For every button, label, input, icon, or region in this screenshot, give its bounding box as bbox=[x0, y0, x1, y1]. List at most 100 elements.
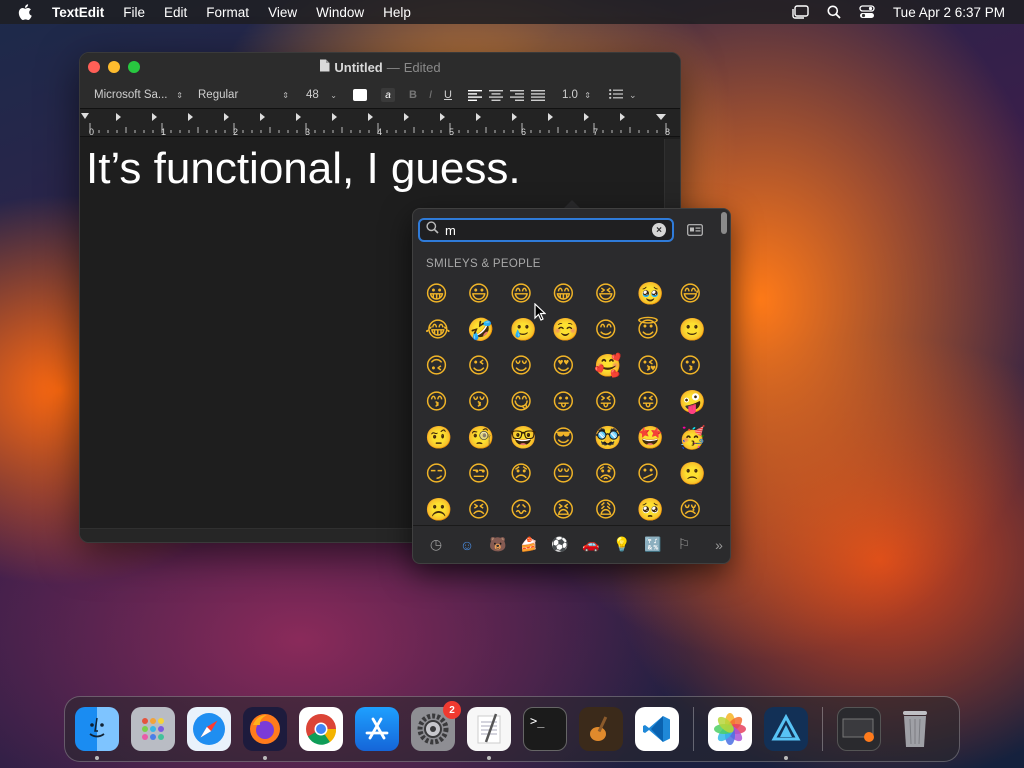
menu-edit[interactable]: Edit bbox=[164, 5, 187, 20]
align-right-icon[interactable] bbox=[509, 89, 524, 101]
highlight-color-button[interactable]: a bbox=[381, 88, 395, 102]
align-center-icon[interactable] bbox=[488, 89, 503, 101]
emoji-cell[interactable]: 🤩 bbox=[634, 421, 676, 457]
emoji-cell[interactable]: 😗 bbox=[677, 349, 719, 385]
emoji-cell[interactable]: 😊 bbox=[592, 313, 634, 349]
emoji-cell[interactable]: 🥹 bbox=[634, 277, 676, 313]
document-text[interactable]: It’s functional, I guess. bbox=[86, 144, 521, 194]
emoji-cell[interactable]: 😙 bbox=[423, 385, 465, 421]
emoji-cell[interactable]: 😢 bbox=[677, 493, 719, 529]
category-tab-food-icon[interactable]: 🍰 bbox=[520, 536, 538, 554]
emoji-cell[interactable]: 🙂 bbox=[677, 313, 719, 349]
align-left-icon[interactable] bbox=[467, 89, 482, 101]
emoji-cell[interactable]: 😖 bbox=[508, 493, 550, 529]
text-color-well[interactable] bbox=[353, 89, 367, 101]
category-tab-symbols-icon[interactable]: 🔣 bbox=[644, 536, 662, 554]
category-tab-flags-icon[interactable]: ⚐ bbox=[675, 536, 693, 554]
trash-icon[interactable] bbox=[893, 707, 937, 751]
emoji-cell[interactable]: 😋 bbox=[508, 385, 550, 421]
window-titlebar[interactable]: Untitled — Edited Microsoft Sa... ⇕ Regu… bbox=[80, 53, 680, 109]
emoji-cell[interactable]: 😛 bbox=[550, 385, 592, 421]
photos-icon[interactable] bbox=[708, 707, 752, 751]
menu-window[interactable]: Window bbox=[316, 5, 364, 20]
system-settings-icon[interactable]: 2 bbox=[411, 701, 461, 751]
stage-manager-icon[interactable] bbox=[791, 5, 809, 19]
emoji-cell[interactable]: 🥸 bbox=[592, 421, 634, 457]
emoji-cell[interactable]: 😍 bbox=[550, 349, 592, 385]
category-tab-more-icon[interactable]: » bbox=[710, 536, 728, 554]
safari-icon[interactable] bbox=[187, 707, 231, 751]
emoji-cell[interactable]: 😟 bbox=[592, 457, 634, 493]
downloads-stack-icon[interactable] bbox=[837, 707, 881, 751]
category-tab-animals-icon[interactable]: 🐻 bbox=[489, 536, 507, 554]
emoji-cell[interactable]: 😞 bbox=[508, 457, 550, 493]
emoji-cell[interactable]: 🙁 bbox=[677, 457, 719, 493]
emoji-cell[interactable]: 😁 bbox=[550, 277, 592, 313]
emoji-cell[interactable]: 😌 bbox=[508, 349, 550, 385]
finder-icon[interactable] bbox=[75, 707, 119, 760]
emoji-cell[interactable]: 😀 bbox=[423, 277, 465, 313]
emoji-cell[interactable]: 😅 bbox=[677, 277, 719, 313]
emoji-cell[interactable]: 😃 bbox=[465, 277, 507, 313]
emoji-cell[interactable]: 🧐 bbox=[465, 421, 507, 457]
emoji-cell[interactable]: 😒 bbox=[465, 457, 507, 493]
emoji-cell[interactable]: 😂 bbox=[423, 313, 465, 349]
emoji-cell[interactable]: 😣 bbox=[465, 493, 507, 529]
textedit-icon[interactable] bbox=[467, 707, 511, 760]
emoji-cell[interactable]: 😜 bbox=[634, 385, 676, 421]
menu-format[interactable]: Format bbox=[206, 5, 249, 20]
clear-search-icon[interactable]: × bbox=[652, 223, 666, 237]
font-size-combo[interactable]: 48 ⌄ bbox=[305, 89, 337, 101]
vscode-icon[interactable] bbox=[635, 707, 679, 751]
control-center-icon[interactable] bbox=[859, 5, 875, 19]
menu-help[interactable]: Help bbox=[383, 5, 411, 20]
emoji-cell[interactable]: 😘 bbox=[634, 349, 676, 385]
app-store-icon[interactable] bbox=[355, 707, 399, 751]
emoji-cell[interactable]: 🤓 bbox=[508, 421, 550, 457]
emoji-cell[interactable]: 🥳 bbox=[677, 421, 719, 457]
category-tab-smileys-icon[interactable]: ☺ bbox=[458, 536, 476, 554]
terminal-icon[interactable]: >_ bbox=[523, 707, 567, 751]
emoji-cell[interactable]: 😚 bbox=[465, 385, 507, 421]
category-tab-activity-icon[interactable]: ⚽ bbox=[551, 536, 569, 554]
emoji-cell[interactable]: 😫 bbox=[550, 493, 592, 529]
emoji-cell[interactable]: 😩 bbox=[592, 493, 634, 529]
emoji-cell[interactable]: 😎 bbox=[550, 421, 592, 457]
menu-clock[interactable]: Tue Apr 2 6:37 PM bbox=[893, 5, 1005, 20]
apple-menu-icon[interactable] bbox=[18, 4, 36, 20]
emoji-cell[interactable]: 🙃 bbox=[423, 349, 465, 385]
category-tab-travel-icon[interactable]: 🚗 bbox=[582, 536, 600, 554]
font-family-select[interactable]: Microsoft Sa... ⇕ bbox=[93, 89, 183, 101]
ruler[interactable]: 0 1 2 3 4 5 6 7 8 bbox=[80, 109, 680, 137]
emoji-cell[interactable]: 🤨 bbox=[423, 421, 465, 457]
emoji-cell[interactable]: 😏 bbox=[423, 457, 465, 493]
emoji-cell[interactable]: 😇 bbox=[634, 313, 676, 349]
emoji-search-field[interactable]: × bbox=[418, 218, 674, 242]
font-style-select[interactable]: Regular ⇕ bbox=[197, 89, 289, 101]
emoji-search-input[interactable] bbox=[445, 222, 635, 238]
emoji-cell[interactable]: 🤣 bbox=[465, 313, 507, 349]
emoji-cell[interactable]: 🤪 bbox=[677, 385, 719, 421]
line-spacing-select[interactable]: 1.0 ⇕ bbox=[561, 89, 591, 101]
emoji-cell[interactable]: ☹️ bbox=[423, 493, 465, 529]
menu-file[interactable]: File bbox=[123, 5, 145, 20]
category-tab-recent-icon[interactable]: ◷ bbox=[427, 536, 445, 554]
italic-button[interactable]: I bbox=[429, 89, 432, 101]
spotlight-search-icon[interactable] bbox=[827, 5, 841, 19]
align-justify-icon[interactable] bbox=[530, 89, 545, 101]
emoji-cell[interactable]: 🥰 bbox=[592, 349, 634, 385]
emoji-cell[interactable]: 😉 bbox=[465, 349, 507, 385]
emoji-cell[interactable]: ☺️ bbox=[550, 313, 592, 349]
chrome-icon[interactable] bbox=[299, 707, 343, 751]
underline-button[interactable]: U bbox=[444, 89, 452, 101]
list-style-select[interactable]: ⌄ bbox=[609, 88, 637, 102]
bold-button[interactable]: B bbox=[409, 89, 417, 101]
emoji-cell[interactable]: 😔 bbox=[550, 457, 592, 493]
menu-app-name[interactable]: TextEdit bbox=[52, 5, 104, 20]
emoji-cell[interactable]: 😕 bbox=[634, 457, 676, 493]
picker-scrollbar[interactable] bbox=[721, 212, 727, 234]
category-tab-objects-icon[interactable]: 💡 bbox=[613, 536, 631, 554]
emoji-cell[interactable]: 😝 bbox=[592, 385, 634, 421]
emoji-cell[interactable]: 🥺 bbox=[634, 493, 676, 529]
garageband-icon[interactable] bbox=[579, 707, 623, 751]
